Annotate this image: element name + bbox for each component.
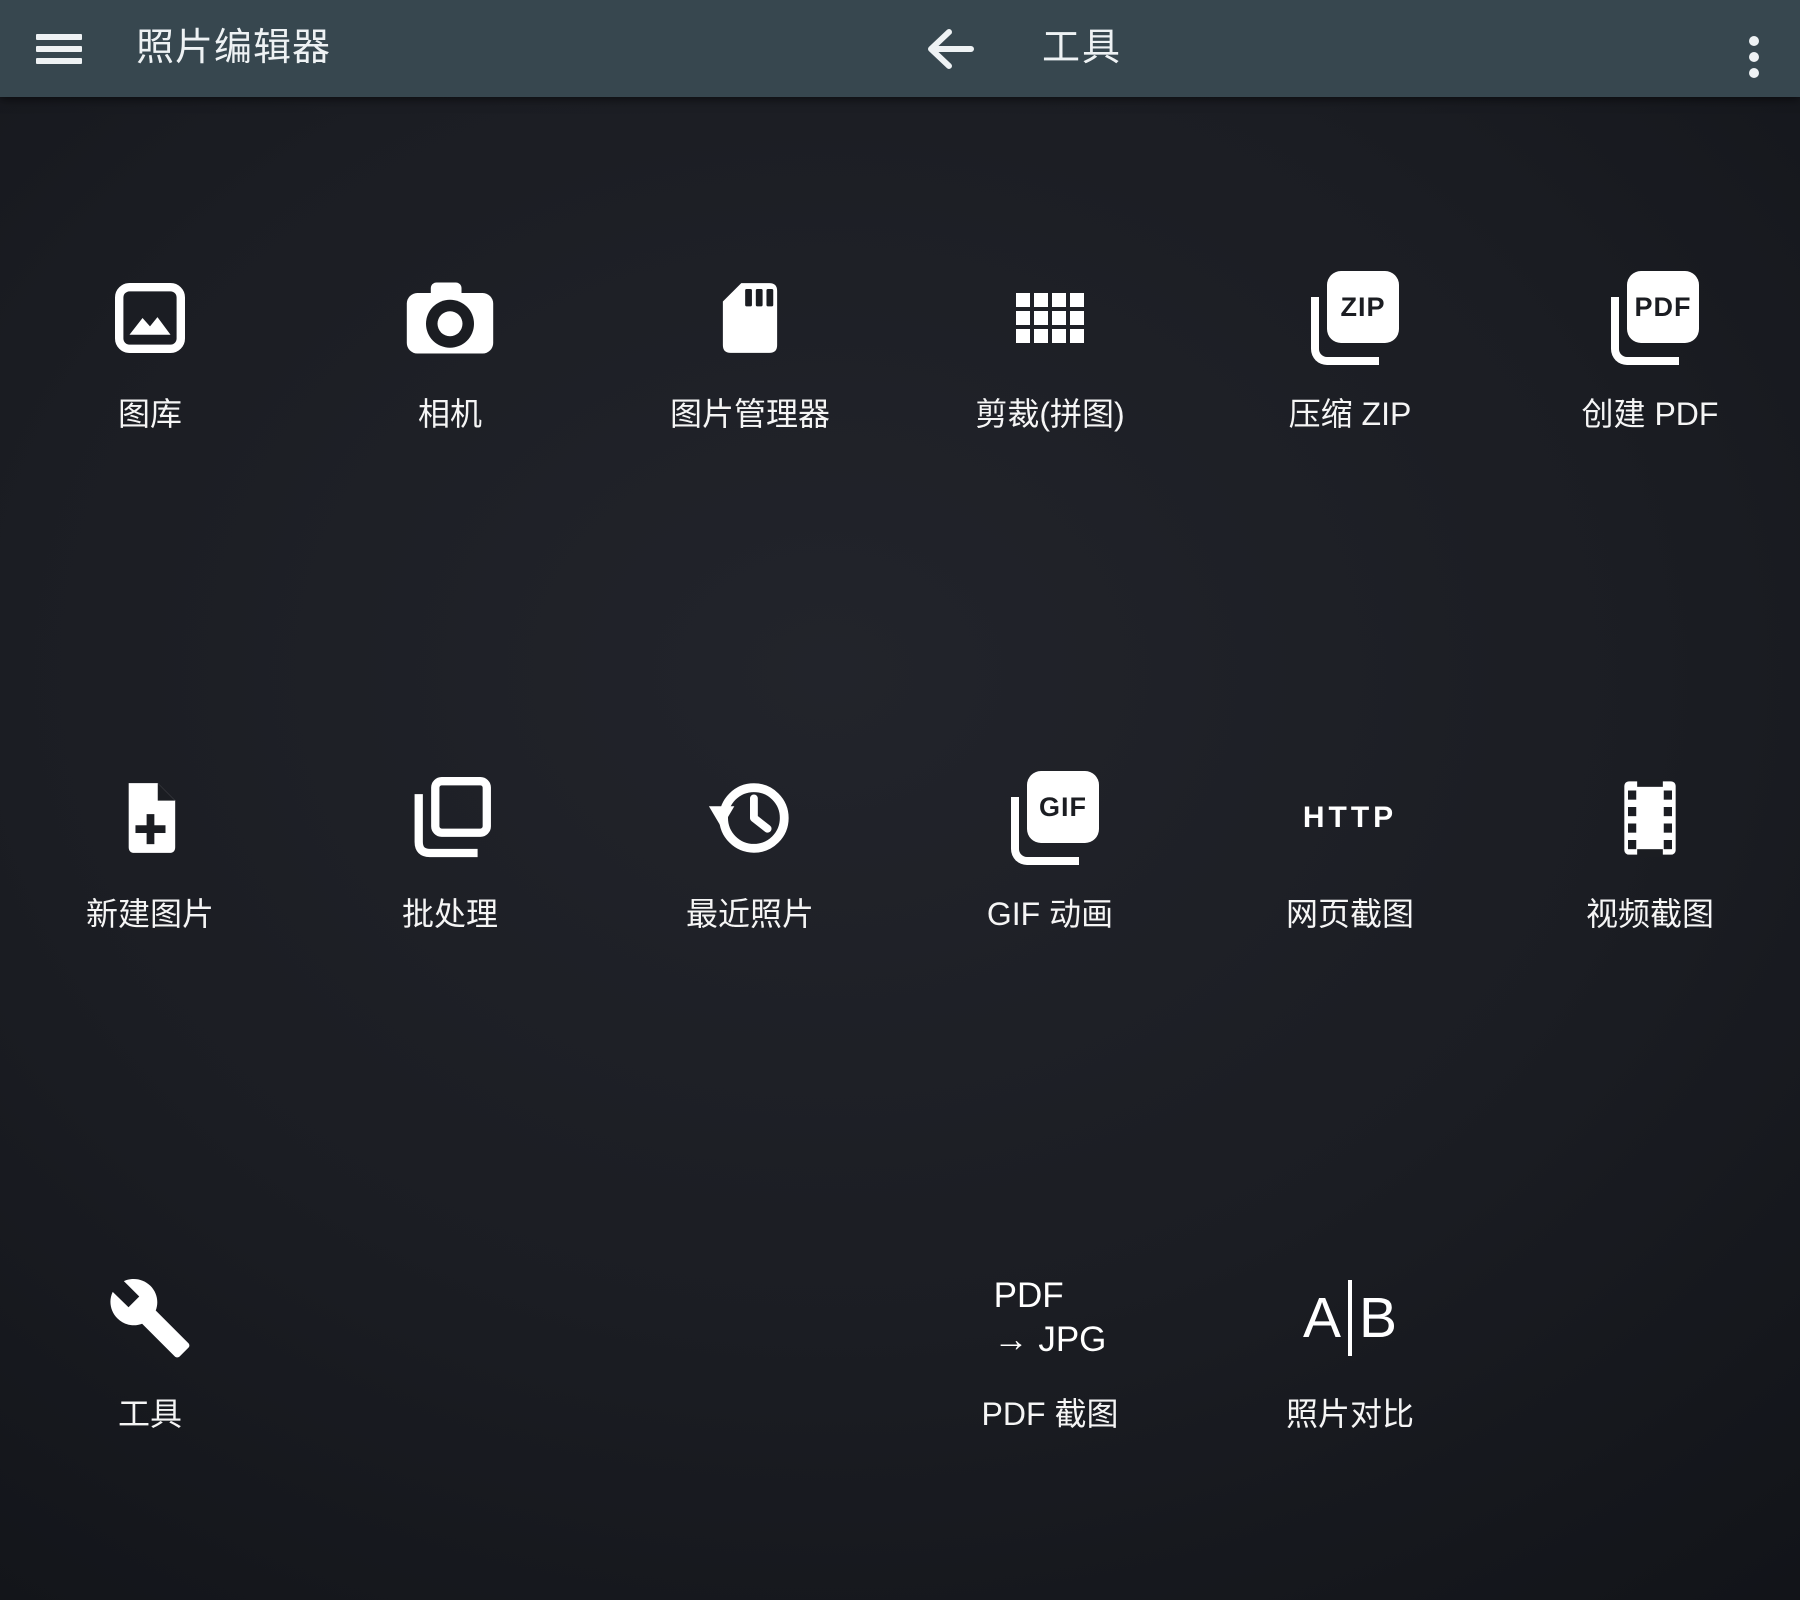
- tile-label: 图库: [118, 389, 182, 435]
- top-app-bar: 照片编辑器 工具: [0, 0, 1800, 97]
- tile-label: 视频截图: [1586, 889, 1714, 935]
- tile-label: 图片管理器: [670, 389, 830, 435]
- menu-icon[interactable]: [36, 34, 82, 64]
- tile-camera[interactable]: 相机: [300, 97, 600, 597]
- http-text-icon: HTTP: [1303, 759, 1397, 877]
- collage-grid-icon: [1016, 259, 1084, 377]
- tile-label: 剪裁(拼图): [975, 389, 1124, 435]
- tile-label: 工具: [118, 1389, 182, 1435]
- overflow-menu-icon[interactable]: [1748, 36, 1760, 80]
- tile-label: 压缩 ZIP: [1289, 389, 1412, 435]
- tile-label: GIF 动画: [987, 889, 1113, 935]
- tile-label: 新建图片: [86, 889, 214, 935]
- gallery-icon: [108, 259, 192, 377]
- history-icon: [705, 759, 795, 877]
- wrench-icon: [107, 1259, 193, 1377]
- zip-badge-icon: ZIP: [1301, 259, 1399, 377]
- tile-video-screenshot[interactable]: 视频截图: [1500, 597, 1800, 1097]
- tile-label: 创建 PDF: [1582, 389, 1719, 435]
- section-title: 工具: [1042, 0, 1122, 97]
- tile-crop-collage[interactable]: 剪裁(拼图): [900, 97, 1200, 597]
- tile-gallery[interactable]: 图库: [0, 97, 300, 597]
- tile-web-screenshot[interactable]: HTTP 网页截图: [1200, 597, 1500, 1097]
- tile-label: 相机: [418, 389, 482, 435]
- new-image-icon: [119, 759, 181, 877]
- tile-new-image[interactable]: 新建图片: [0, 597, 300, 1097]
- tile-pdf-screenshot[interactable]: PDF → JPG PDF 截图: [900, 1097, 1200, 1597]
- film-strip-icon: [1617, 759, 1683, 877]
- app-title: 照片编辑器: [136, 0, 331, 97]
- tile-tools[interactable]: 工具: [0, 1097, 300, 1597]
- ab-compare-icon: A B: [1303, 1259, 1397, 1377]
- tile-gif-animation[interactable]: GIF GIF 动画: [900, 597, 1200, 1097]
- pdf-to-jpg-text-icon: PDF → JPG: [994, 1259, 1107, 1377]
- tile-create-pdf[interactable]: PDF 创建 PDF: [1500, 97, 1800, 597]
- batch-copy-icon: [404, 759, 496, 877]
- tile-compress-zip[interactable]: ZIP 压缩 ZIP: [1200, 97, 1500, 597]
- apps-grid-icon[interactable]: [826, 38, 861, 73]
- back-arrow-icon[interactable]: [926, 26, 974, 72]
- tile-label: 照片对比: [1286, 1389, 1414, 1435]
- gif-badge-icon: GIF: [1001, 759, 1099, 877]
- pdf-badge-icon: PDF: [1601, 259, 1699, 377]
- tile-photo-compare[interactable]: A B 照片对比: [1200, 1097, 1500, 1597]
- tile-recent-photos[interactable]: 最近照片: [600, 597, 900, 1097]
- tile-label: 网页截图: [1286, 889, 1414, 935]
- tile-label: PDF 截图: [982, 1389, 1119, 1435]
- sd-card-icon: [719, 259, 781, 377]
- tools-grid: 图库 相机 图片管理器 剪裁(拼图): [0, 97, 1800, 1600]
- camera-icon: [402, 259, 498, 377]
- tile-label: 最近照片: [686, 889, 814, 935]
- tile-image-manager[interactable]: 图片管理器: [600, 97, 900, 597]
- tile-batch[interactable]: 批处理: [300, 597, 600, 1097]
- tile-label: 批处理: [402, 889, 498, 935]
